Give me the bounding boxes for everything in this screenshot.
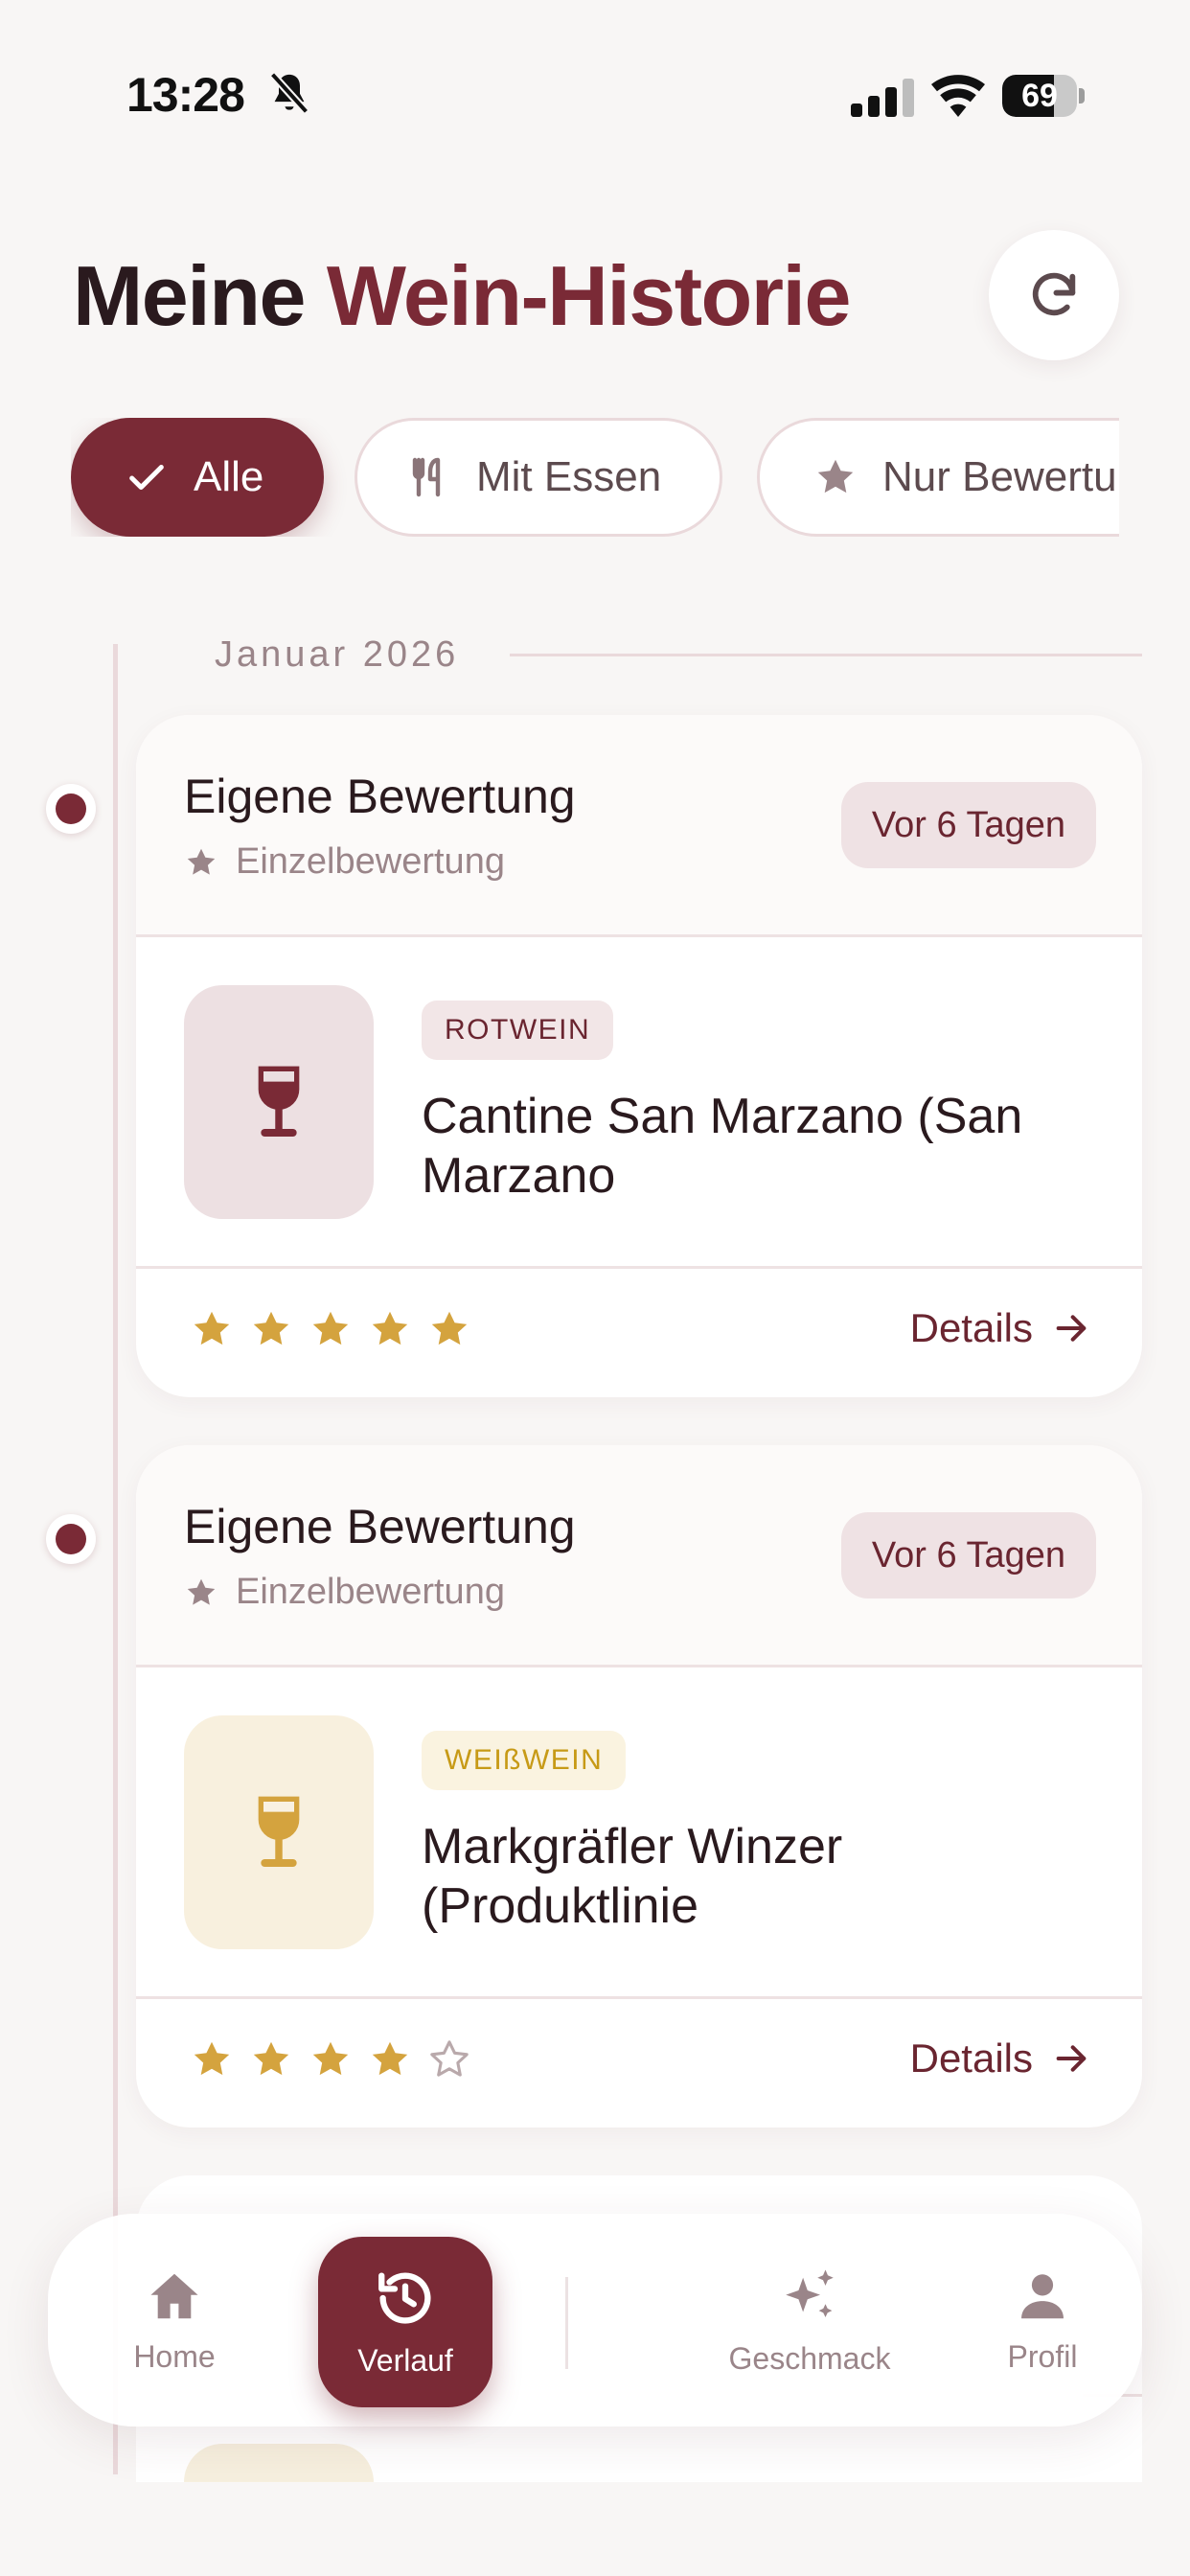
star-icon: [817, 459, 854, 494]
history-icon: [378, 2271, 431, 2324]
time-badge: Vor 6 Tagen: [840, 1512, 1096, 1598]
star-icon: [187, 1578, 216, 1605]
star-filled-icon: [253, 2041, 289, 2076]
nav-profile[interactable]: Profil: [958, 2214, 1127, 2426]
history-card[interactable]: Eigene Bewertung Einzelbewertung Vor 6 T…: [136, 1445, 1142, 2128]
wine-name: Markgräfler Winzer (Produktlinie: [422, 1819, 843, 1934]
battery-percent: 69: [1021, 78, 1058, 114]
star-rating: [190, 1307, 471, 1351]
nav-history[interactable]: Verlauf: [318, 2237, 492, 2407]
timeline-line: [113, 644, 118, 2474]
person-icon: [1021, 2273, 1064, 2318]
battery-indicator: 69: [1002, 75, 1085, 117]
star-filled-icon: [312, 1311, 349, 1346]
status-bar: 13:28 69: [0, 0, 1190, 192]
card-body: ROTWEIN Cantine San Marzano (San Marzano: [136, 937, 1142, 1269]
star-filled-icon: [372, 2041, 408, 2076]
wine-name: Cantine San Marzano (San Marzano: [422, 1089, 1023, 1204]
wine-thumbnail: [184, 985, 374, 1219]
timeline-dot: [46, 1514, 96, 1564]
filter-chips: Alle Mit Essen Nur Bewertu: [71, 418, 1119, 537]
utensils-icon: [412, 457, 441, 497]
timeline-dot: [46, 784, 96, 834]
sparkles-icon: [786, 2269, 834, 2317]
card-body: WEIßWEIN Markgräfler Winzer (Produktlini…: [136, 1668, 1142, 1999]
nav-divider: [565, 2277, 568, 2369]
card-header: Eigene Bewertung Einzelbewertung Vor 6 T…: [136, 715, 1142, 937]
wine-thumbnail: [184, 1715, 374, 1949]
card-footer: Details: [136, 1999, 1142, 2128]
filter-chip-with-food[interactable]: Mit Essen: [355, 418, 722, 537]
home-icon: [150, 2273, 198, 2318]
card-footer: Details: [136, 1269, 1142, 1397]
star-filled-icon: [372, 1311, 408, 1346]
wine-glass-icon: [258, 1796, 300, 1867]
star-filled-icon: [194, 2041, 230, 2076]
star-filled-icon: [312, 2041, 349, 2076]
nav-taste[interactable]: Geschmack: [642, 2214, 977, 2426]
details-link[interactable]: Details: [910, 2036, 1090, 2082]
star-filled-icon: [194, 1311, 230, 1346]
bottom-nav: Home Verlauf Geschmack Profil: [48, 2214, 1142, 2426]
wine-thumbnail-partial: [184, 2444, 374, 2482]
wine-type-tag: WEIßWEIN: [422, 1731, 627, 1790]
nav-home[interactable]: Home: [88, 2214, 261, 2426]
filter-chip-all[interactable]: Alle: [71, 418, 324, 537]
wine-type-tag: ROTWEIN: [422, 1000, 614, 1060]
star-rating: [190, 2037, 471, 2082]
refresh-button[interactable]: [989, 230, 1119, 360]
bell-muted-icon: [269, 72, 309, 115]
wifi-icon: [931, 75, 985, 117]
star-empty-icon: [430, 2040, 469, 2077]
filter-chip-ratings-only[interactable]: Nur Bewertu: [757, 418, 1119, 537]
card-title: Eigene Bewertung: [184, 770, 576, 823]
month-header: Januar 2026: [215, 634, 460, 675]
month-divider: [510, 654, 1142, 656]
card-header: Eigene Bewertung Einzelbewertung Vor 6 T…: [136, 1445, 1142, 1668]
status-time: 13:28: [126, 68, 245, 122]
wine-glass-icon: [258, 1066, 300, 1137]
arrow-right-icon: [1056, 2045, 1087, 2072]
card-subtitle: Einzelbewertung: [184, 1572, 505, 1613]
card-title: Eigene Bewertung: [184, 1500, 576, 1553]
time-badge: Vor 6 Tagen: [840, 782, 1096, 868]
card-subtitle: Einzelbewertung: [184, 841, 505, 883]
refresh-icon: [1032, 272, 1076, 316]
arrow-right-icon: [1056, 1315, 1087, 1342]
page-title: Meine Wein-Historie: [73, 248, 851, 343]
history-card[interactable]: Eigene Bewertung Einzelbewertung Vor 6 T…: [136, 715, 1142, 1397]
star-filled-icon: [253, 1311, 289, 1346]
check-icon: [129, 464, 164, 491]
cellular-signal-icon: [851, 79, 914, 117]
star-icon: [187, 848, 216, 875]
star-filled-icon: [431, 1311, 468, 1346]
details-link[interactable]: Details: [910, 1305, 1090, 1351]
